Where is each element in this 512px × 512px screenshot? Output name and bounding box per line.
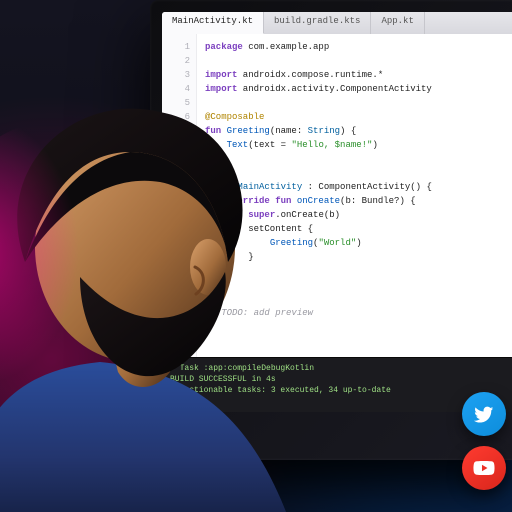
twitter-icon[interactable] xyxy=(462,392,506,436)
scene: MainActivity.ktbuild.gradle.ktsApp.kt 12… xyxy=(0,0,512,512)
build-output-terminal[interactable]: > Task :app:compileDebugKotlin BUILD SUC… xyxy=(162,357,512,412)
line-number: 9 xyxy=(162,152,190,166)
code-content[interactable]: package com.example.app import androidx.… xyxy=(197,34,440,368)
code-line[interactable]: @Composable xyxy=(205,110,432,124)
code-line[interactable] xyxy=(205,166,432,180)
line-number: 18 xyxy=(162,278,190,292)
line-number-gutter: 1234567891011121314151617181920 xyxy=(162,34,197,368)
code-line[interactable]: } xyxy=(205,152,432,166)
code-line[interactable]: setContent { xyxy=(205,222,432,236)
line-number: 1 xyxy=(162,40,190,54)
ide-screen: MainActivity.ktbuild.gradle.ktsApp.kt 12… xyxy=(162,12,512,412)
line-number: 20 xyxy=(162,306,190,320)
editor-tabbar: MainActivity.ktbuild.gradle.ktsApp.kt xyxy=(162,12,512,35)
code-line[interactable]: // TODO: add preview xyxy=(205,306,432,320)
code-line[interactable]: class MainActivity : ComponentActivity()… xyxy=(205,180,432,194)
line-number: 19 xyxy=(162,292,190,306)
code-line[interactable] xyxy=(205,292,432,306)
code-line[interactable]: package com.example.app xyxy=(205,40,432,54)
code-line[interactable]: Text(text = "Hello, $name!") xyxy=(205,138,432,152)
line-number: 4 xyxy=(162,82,190,96)
line-number: 17 xyxy=(162,264,190,278)
line-number: 3 xyxy=(162,68,190,82)
line-number: 13 xyxy=(162,208,190,222)
line-number: 14 xyxy=(162,222,190,236)
youtube-icon[interactable] xyxy=(462,446,506,490)
code-line[interactable]: super.onCreate(b) xyxy=(205,208,432,222)
code-line[interactable]: import androidx.activity.ComponentActivi… xyxy=(205,82,432,96)
line-number: 7 xyxy=(162,124,190,138)
code-line[interactable]: } xyxy=(205,264,432,278)
line-number: 15 xyxy=(162,236,190,250)
editor-tab[interactable]: App.kt xyxy=(371,12,424,34)
line-number: 12 xyxy=(162,194,190,208)
code-line[interactable]: Greeting("World") xyxy=(205,236,432,250)
line-number: 11 xyxy=(162,180,190,194)
line-number: 16 xyxy=(162,250,190,264)
code-line[interactable]: import androidx.compose.runtime.* xyxy=(205,68,432,82)
line-number: 5 xyxy=(162,96,190,110)
editor-tab[interactable]: build.gradle.kts xyxy=(264,12,371,34)
monitor: MainActivity.ktbuild.gradle.ktsApp.kt 12… xyxy=(150,0,512,460)
social-icon-stack xyxy=(462,392,506,490)
code-line[interactable]: } xyxy=(205,278,432,292)
line-number: 2 xyxy=(162,54,190,68)
code-line[interactable]: } xyxy=(205,250,432,264)
monitor-brand-label: kotlin xyxy=(164,429,215,450)
line-number: 8 xyxy=(162,138,190,152)
code-line[interactable] xyxy=(205,96,432,110)
line-number: 10 xyxy=(162,166,190,180)
code-line[interactable]: fun Greeting(name: String) { xyxy=(205,124,432,138)
editor-tab[interactable]: MainActivity.kt xyxy=(162,12,264,34)
code-line[interactable]: override fun onCreate(b: Bundle?) { xyxy=(205,194,432,208)
code-editor[interactable]: 1234567891011121314151617181920 package … xyxy=(162,34,512,368)
code-line[interactable] xyxy=(205,54,432,68)
line-number: 6 xyxy=(162,110,190,124)
